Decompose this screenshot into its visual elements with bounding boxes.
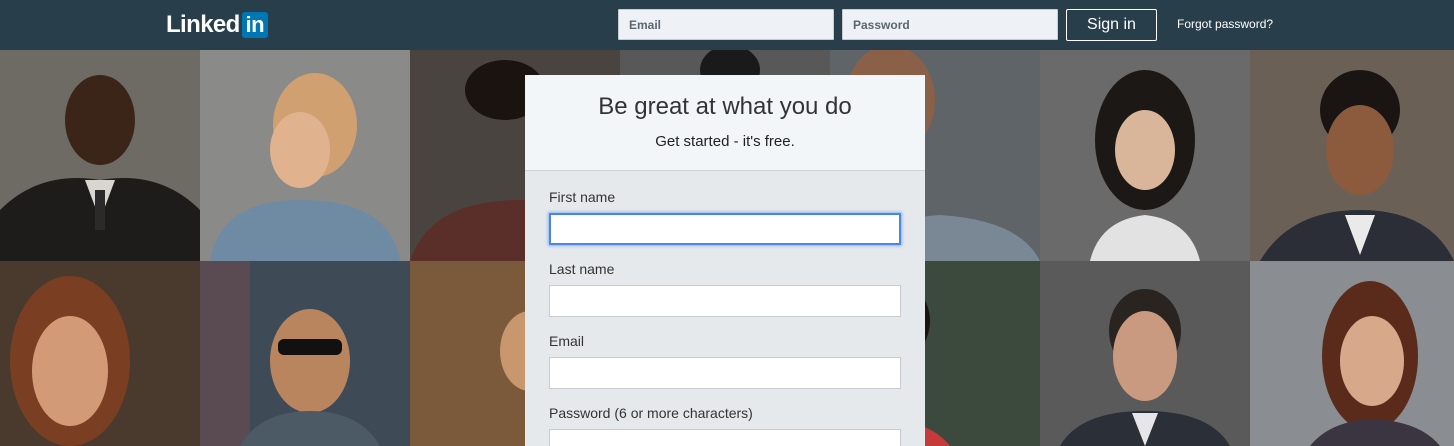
signup-subtitle: Get started - it's free. [655,133,795,150]
last-name-field[interactable] [549,285,901,317]
portrait-photo [1250,261,1454,446]
linkedin-logo[interactable]: Linked in [166,11,268,39]
signup-form: First name Last name Email Password (6 o… [525,188,925,446]
sign-in-button[interactable]: Sign in [1066,9,1157,41]
portrait-photo [200,50,410,261]
password-field[interactable] [549,429,901,446]
header-email-input[interactable] [618,9,834,40]
portrait-photo [1040,50,1250,261]
portrait-photo [200,261,410,446]
portrait-photo [1250,50,1454,261]
top-navigation-bar: Linked in Sign in Forgot password? [0,0,1454,50]
portrait-photo [1040,261,1250,446]
last-name-label: Last name [549,261,615,277]
signup-card-header: Be great at what you do Get started - it… [525,75,925,171]
header-password-input[interactable] [842,9,1058,40]
forgot-password-link[interactable]: Forgot password? [1177,17,1273,31]
portrait-photo [0,50,200,261]
password-label: Password (6 or more characters) [549,405,753,421]
signup-card: Be great at what you do Get started - it… [525,75,925,446]
email-field[interactable] [549,357,901,389]
first-name-label: First name [549,189,616,205]
logo-wordmark: Linked [166,11,240,38]
email-label: Email [549,333,585,349]
logo-in-box: in [241,12,268,38]
portrait-photo [0,261,200,446]
signup-title: Be great at what you do [598,93,852,120]
first-name-field[interactable] [549,213,901,245]
